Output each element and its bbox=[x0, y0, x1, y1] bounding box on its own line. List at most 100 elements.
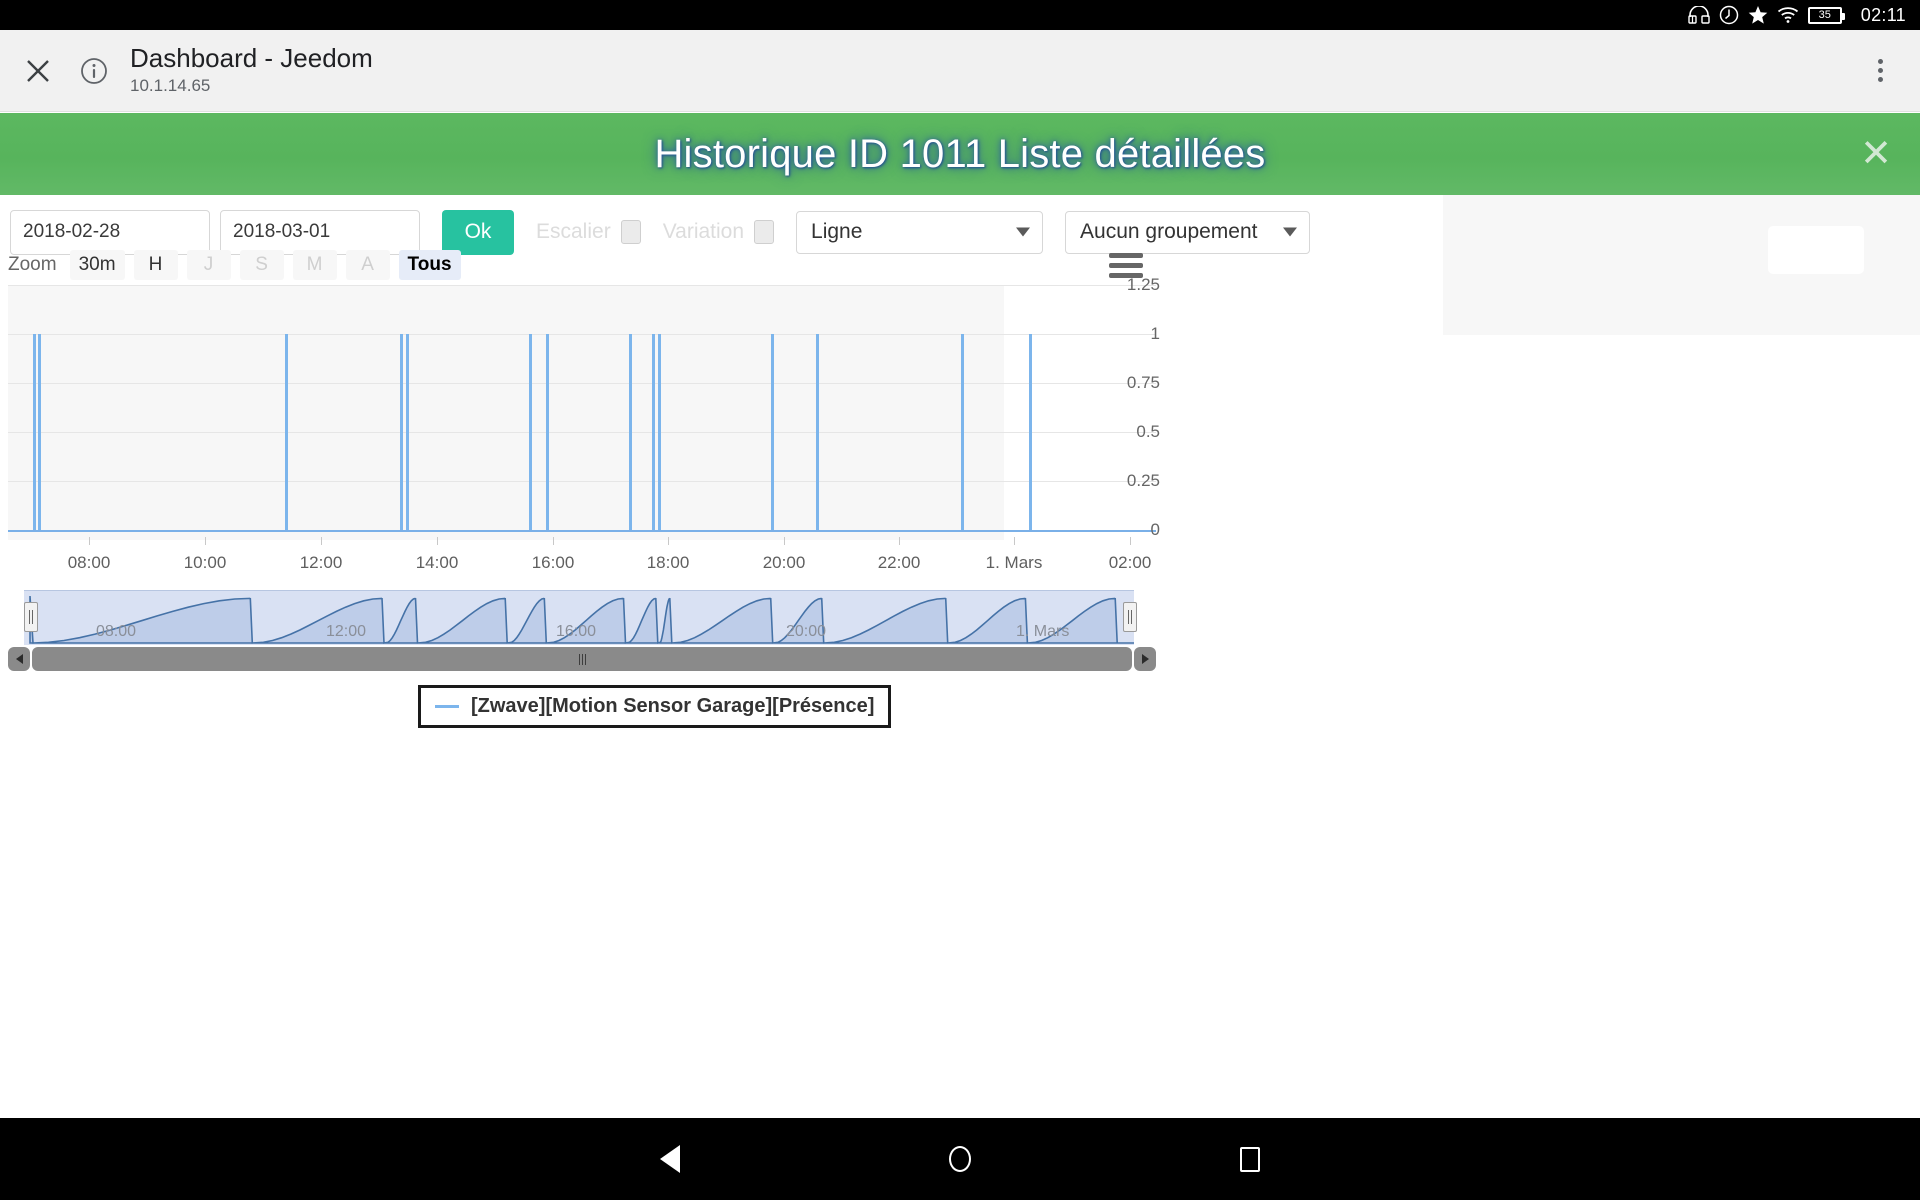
x-axis-tick-mark bbox=[668, 537, 669, 545]
ok-button[interactable]: Ok bbox=[442, 209, 514, 255]
kebab-menu-icon[interactable] bbox=[1862, 50, 1898, 92]
y-axis-tick-label: 0.25 bbox=[1126, 471, 1160, 490]
x-axis-tick-mark bbox=[1130, 537, 1131, 545]
x-axis-ticks: 08:00 10:00 12:00 14:00 16:00 18:00 20:00 22:00… bbox=[8, 537, 1156, 573]
home-button[interactable] bbox=[930, 1129, 990, 1189]
series-pulse bbox=[771, 334, 774, 530]
navigator-tick-label: 20:00 bbox=[786, 623, 827, 640]
legend-series-label: [Zwave][Motion Sensor Garage][Présence] bbox=[471, 695, 875, 717]
navigator-tick-label: 16:00 bbox=[556, 623, 597, 640]
zoom-button-m[interactable]: M bbox=[292, 250, 337, 280]
x-axis-tick-label: 12:00 bbox=[299, 553, 343, 572]
chevron-down-icon bbox=[1016, 227, 1031, 237]
x-axis-tick-label: 1. Mars bbox=[985, 553, 1043, 572]
x-axis-tick-mark bbox=[553, 537, 554, 545]
modal-header: Historique ID 1011 Liste détaillées ✕ bbox=[0, 113, 1920, 195]
variation-label: Variation bbox=[662, 220, 745, 243]
x-axis-tick-mark bbox=[205, 537, 206, 545]
chart-legend[interactable]: [Zwave][Motion Sensor Garage][Présence] bbox=[418, 685, 892, 728]
x-axis-tick-label: 18:00 bbox=[646, 553, 690, 572]
page-url: 10.1.14.65 bbox=[130, 76, 211, 96]
x-axis-tick-mark bbox=[784, 537, 785, 545]
series-pulse bbox=[33, 334, 36, 530]
series-pulse bbox=[406, 334, 409, 530]
zoom-button-s[interactable]: S bbox=[239, 250, 284, 280]
navigator-left-handle[interactable] bbox=[24, 602, 38, 632]
battery-level: 35 bbox=[1818, 8, 1831, 21]
scrollbar-thumb[interactable] bbox=[32, 647, 1132, 671]
x-axis-tick-label: 22:00 bbox=[877, 553, 921, 572]
history-panel: Ok Escalier Variation Ligne Aucun groupe… bbox=[0, 195, 1443, 1040]
grouping-select[interactable]: Aucun groupement bbox=[1065, 210, 1311, 254]
series-pulse bbox=[816, 334, 819, 530]
series-pulse bbox=[1029, 334, 1032, 530]
navigator-tick-label: 1. Mars bbox=[1016, 623, 1070, 640]
clock-icon bbox=[1719, 5, 1739, 25]
x-axis-tick-label: 10:00 bbox=[183, 553, 227, 572]
chart-scrollbar[interactable] bbox=[8, 647, 1156, 671]
chart-type-select[interactable]: Ligne bbox=[796, 210, 1044, 254]
plot-area: 0 0.25 0.5 0.75 1 1.25 bbox=[8, 275, 1160, 540]
x-axis-tick-mark bbox=[1014, 537, 1015, 545]
variation-option[interactable]: Variation bbox=[662, 220, 775, 244]
info-icon[interactable] bbox=[74, 51, 114, 91]
app-title-block[interactable]: Dashboard - Jeedom 10.1.14.65 bbox=[130, 42, 373, 98]
gridline bbox=[8, 383, 1156, 384]
y-axis-tick-label: 0.75 bbox=[1126, 373, 1160, 392]
zoom-label: Zoom bbox=[8, 254, 57, 275]
close-icon[interactable] bbox=[12, 45, 64, 97]
x-axis-tick-label: 16:00 bbox=[531, 553, 575, 572]
y-axis-tick-label: 1 bbox=[1150, 324, 1160, 343]
gridline bbox=[8, 285, 1156, 286]
zoom-button-30m[interactable]: 30m bbox=[69, 250, 125, 280]
x-axis-tick-label: 08:00 bbox=[67, 553, 111, 572]
modal-title: Historique ID 1011 Liste détaillées bbox=[654, 131, 1266, 176]
star-icon bbox=[1748, 5, 1768, 25]
series-pulse bbox=[629, 334, 632, 530]
scroll-left-arrow[interactable] bbox=[8, 647, 30, 671]
escalier-label: Escalier bbox=[536, 220, 611, 243]
escalier-option[interactable]: Escalier bbox=[536, 220, 641, 244]
browser-app-bar: Dashboard - Jeedom 10.1.14.65 bbox=[0, 30, 1920, 112]
variation-checkbox[interactable] bbox=[754, 220, 775, 244]
status-clock: 02:11 bbox=[1860, 4, 1906, 25]
page-title: Dashboard - Jeedom bbox=[130, 42, 373, 73]
zoom-button-j[interactable]: J bbox=[186, 250, 231, 280]
status-icons: 35 02:11 bbox=[1688, 5, 1906, 26]
y-axis-tick-label: 0 bbox=[1150, 520, 1160, 539]
x-axis-tick-label: 20:00 bbox=[762, 553, 806, 572]
scroll-right-arrow[interactable] bbox=[1134, 647, 1156, 671]
gridline bbox=[8, 481, 1156, 482]
series-pulse bbox=[38, 334, 41, 530]
y-axis-tick-label: 1.25 bbox=[1126, 275, 1160, 294]
gridline bbox=[8, 334, 1156, 335]
zoom-range-selector: Zoom 30m H J S M A Tous bbox=[8, 250, 461, 280]
zoom-button-h[interactable]: H bbox=[133, 250, 178, 280]
end-date-input[interactable] bbox=[220, 209, 420, 255]
navigator-tick-label: 12:00 bbox=[326, 623, 367, 640]
x-axis-tick-mark bbox=[321, 537, 322, 545]
navigator-right-handle[interactable] bbox=[1123, 602, 1137, 632]
main-chart[interactable]: 0 0.25 0.5 0.75 1 1.25 bbox=[8, 275, 1160, 540]
x-axis-tick-mark bbox=[437, 537, 438, 545]
android-nav-bar bbox=[0, 1118, 1920, 1200]
recents-button[interactable] bbox=[1220, 1129, 1280, 1189]
back-button[interactable] bbox=[640, 1129, 700, 1189]
start-date-input[interactable] bbox=[10, 209, 210, 255]
modal-close-button[interactable]: ✕ bbox=[1860, 135, 1892, 173]
series-pulse bbox=[546, 334, 549, 530]
zoom-button-a[interactable]: A bbox=[345, 250, 390, 280]
x-axis-tick-label: 02:00 bbox=[1108, 553, 1152, 572]
right-side-panel bbox=[1443, 195, 1920, 335]
x-axis-tick-mark bbox=[899, 537, 900, 545]
chevron-down-icon bbox=[1283, 227, 1298, 237]
zoom-button-tous[interactable]: Tous bbox=[398, 250, 461, 280]
plot-shaded-region bbox=[8, 285, 1004, 540]
x-axis-tick-label: 14:00 bbox=[415, 553, 459, 572]
wifi-icon bbox=[1777, 6, 1799, 24]
escalier-checkbox[interactable] bbox=[620, 220, 641, 244]
chart-navigator[interactable]: 08:00 12:00 16:00 20:00 1. Mars bbox=[8, 590, 1156, 645]
battery-icon: 35 bbox=[1807, 6, 1845, 24]
series-pulse bbox=[658, 334, 661, 530]
y-axis-tick-label: 0.5 bbox=[1136, 422, 1160, 441]
